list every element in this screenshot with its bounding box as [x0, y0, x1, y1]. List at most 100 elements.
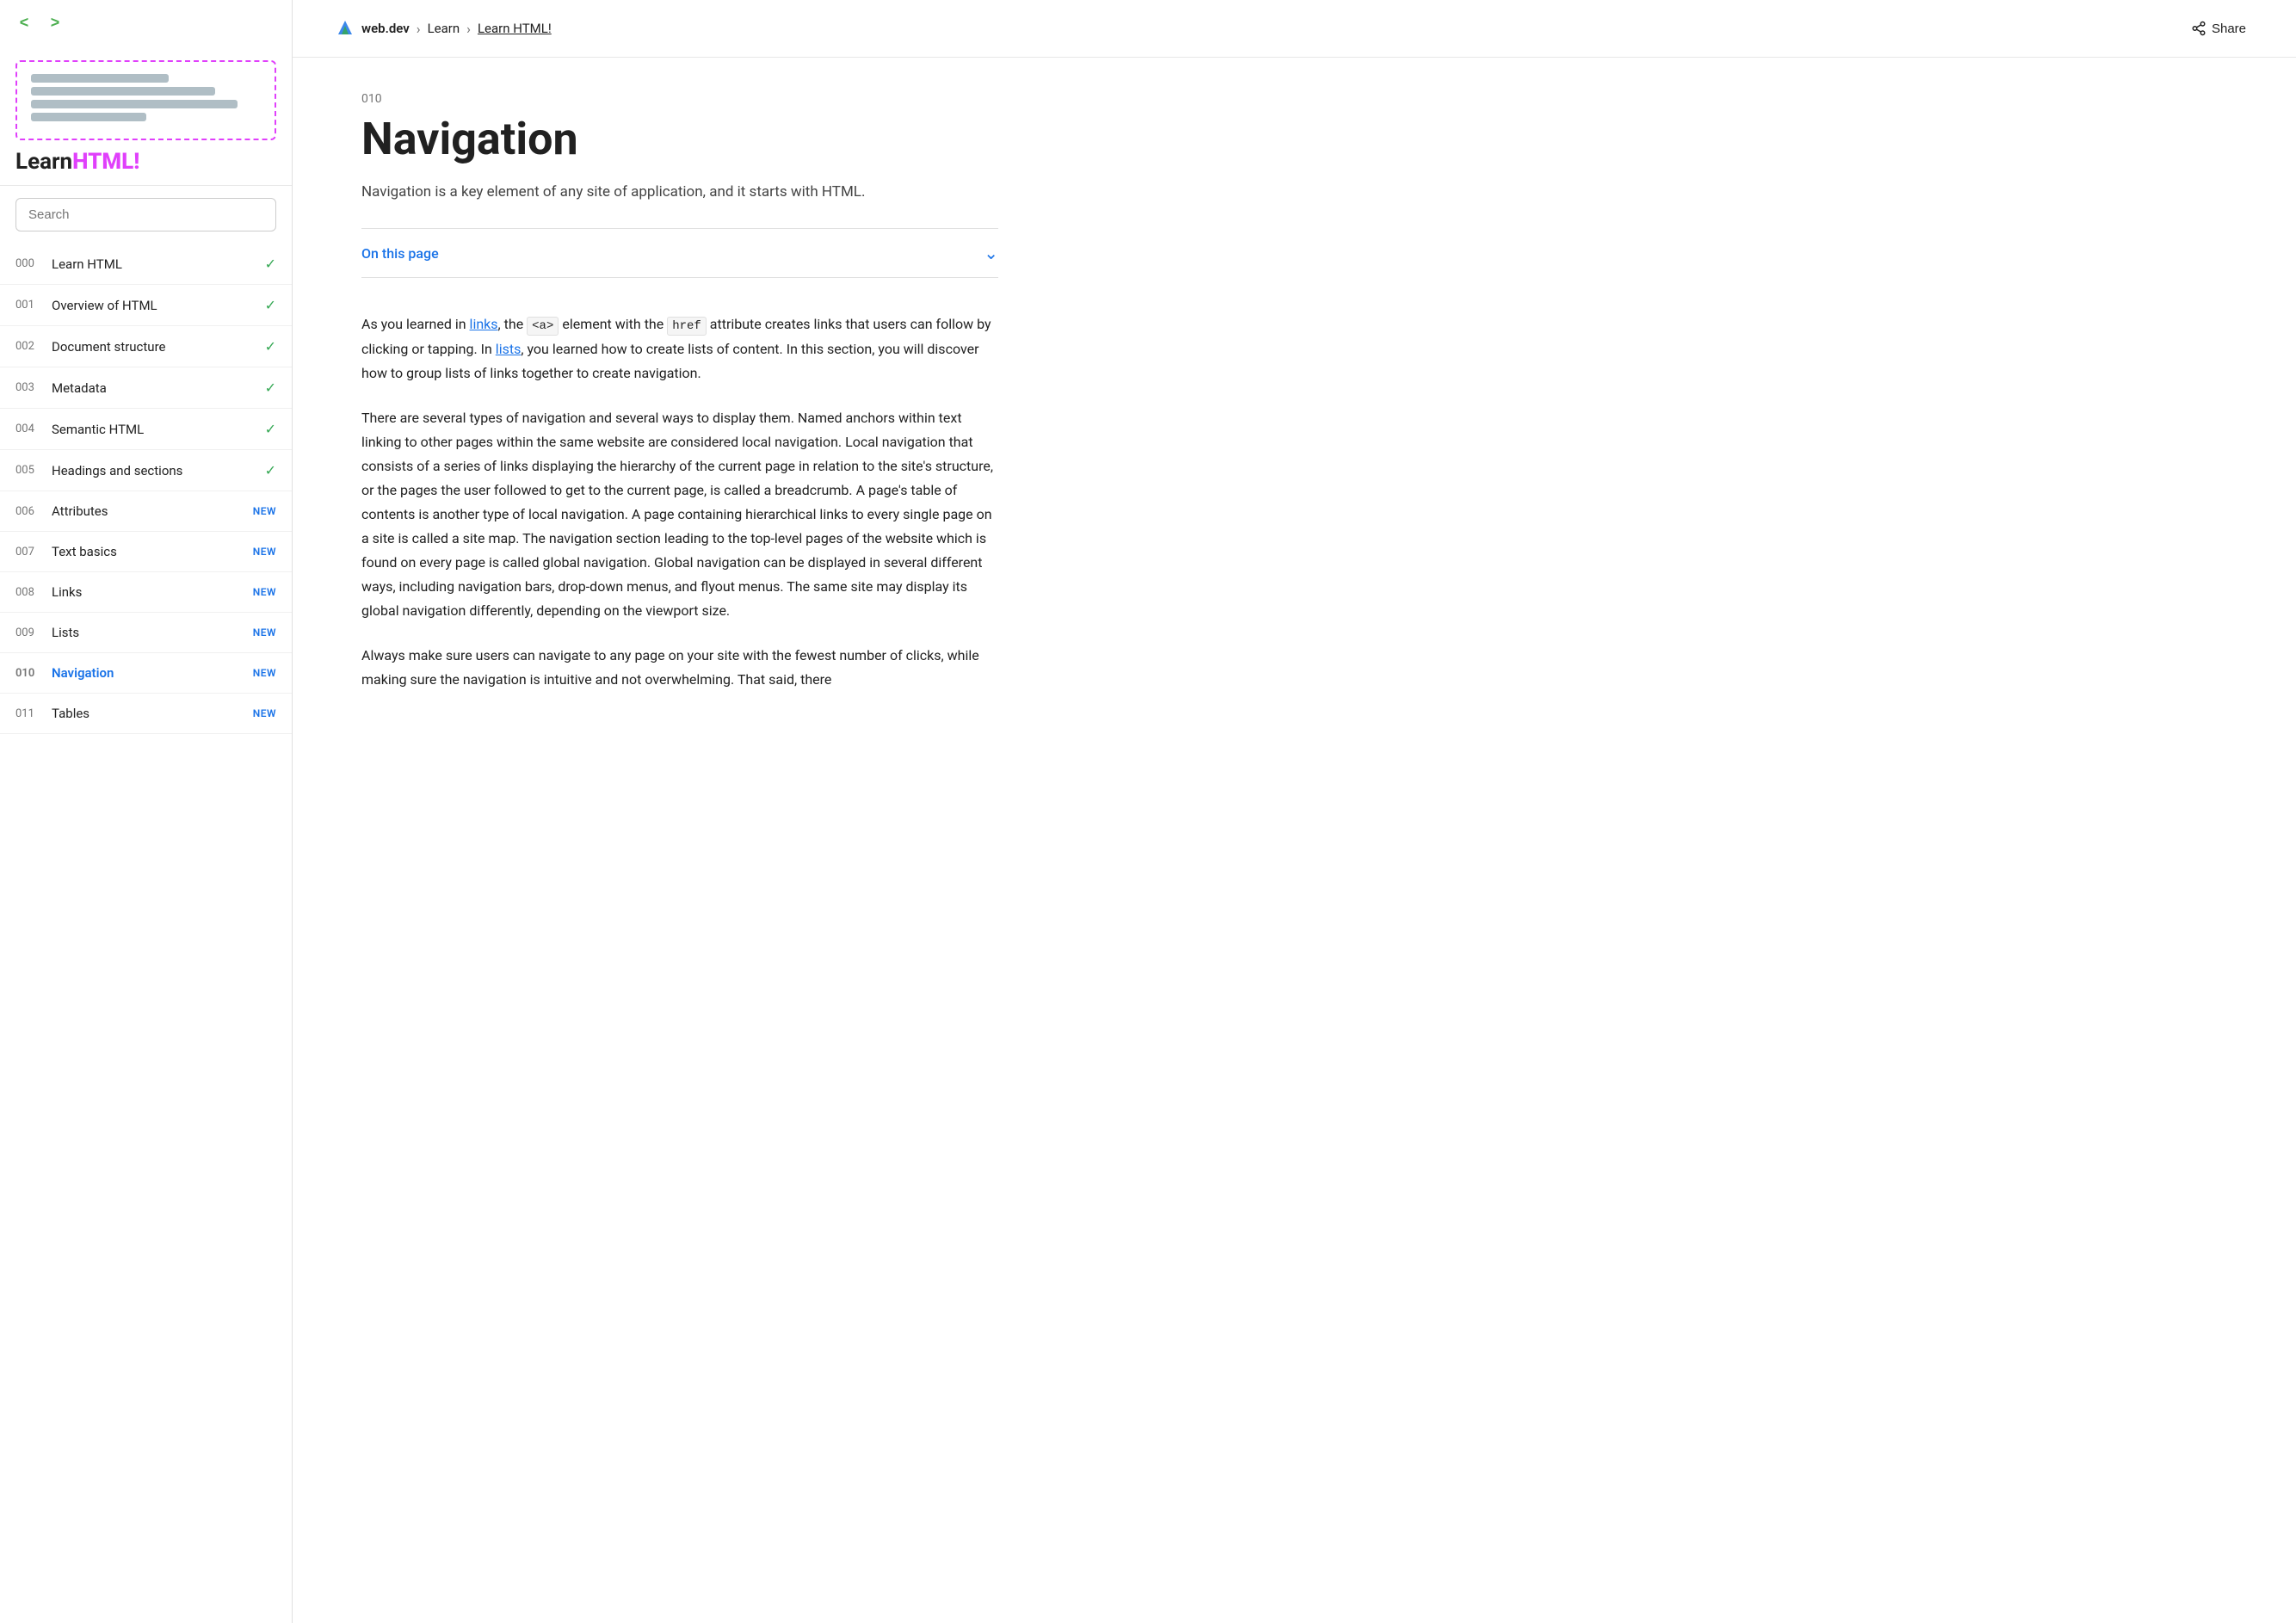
nav-item-left-008: 008 Links — [15, 584, 82, 600]
article-intro: Navigation is a key element of any site … — [361, 181, 998, 204]
nav-item-label-000: Learn HTML — [52, 256, 122, 272]
nav-list: 000 Learn HTML ✓ 001 Overview of HTML ✓ 002Doc… — [0, 244, 292, 1623]
check-icon-005: ✓ — [265, 462, 276, 478]
new-badge-010: NEW — [253, 667, 276, 679]
nav-item-right-007: NEW — [253, 546, 276, 558]
breadcrumb-sep-2: › — [466, 21, 471, 37]
sidebar-logo-area: Learn HTML! — [0, 45, 292, 186]
nav-item-right-000: ✓ — [265, 256, 276, 272]
links-link[interactable]: links — [470, 316, 498, 332]
nav-item-008[interactable]: 008 Links NEW — [0, 572, 292, 613]
nav-item-003[interactable]: 003Metadata✓ — [0, 367, 292, 409]
nav-item-005[interactable]: 005 Headings and sections ✓ — [0, 450, 292, 491]
nav-item-label-006: Attributes — [52, 503, 108, 519]
nav-item-right-006: NEW — [253, 505, 276, 517]
on-this-page-label: On this page — [361, 245, 439, 262]
new-badge-009: NEW — [253, 626, 276, 639]
nav-item-label-011: Tables — [52, 706, 89, 721]
body-p1-mid2: element with the — [559, 316, 667, 332]
forward-arrow-button[interactable]: > — [43, 10, 67, 34]
on-this-page-toggle[interactable]: On this page ⌄ — [361, 228, 998, 278]
nav-item-right-005: ✓ — [265, 462, 276, 478]
breadcrumb-site: web.dev — [361, 21, 410, 36]
logo-learn-text: Learn — [15, 149, 72, 175]
nav-item-num-000: 000 — [15, 257, 40, 270]
nav-item-label-003: Metadata — [52, 380, 107, 396]
nav-item-left-007: 007 Text basics — [15, 544, 117, 559]
nav-item-num-001: 001 — [15, 299, 40, 312]
topbar: web.dev › Learn › Learn HTML! Share — [293, 0, 2296, 58]
lists-link[interactable]: lists — [496, 341, 522, 357]
main-content: web.dev › Learn › Learn HTML! Share 010 … — [293, 0, 2296, 1623]
href-attr-code: href — [667, 317, 707, 336]
nav-item-left-011: 011Tables — [15, 706, 89, 721]
nav-item-left-002: 002Document structure — [15, 339, 165, 355]
breadcrumb-logo: web.dev — [334, 17, 410, 40]
nav-item-left-003: 003 Metadata — [15, 380, 107, 396]
logo-line-4 — [31, 113, 146, 121]
nav-item-right-004: ✓ — [265, 421, 276, 437]
logo-title: Learn HTML! — [15, 149, 276, 175]
nav-item-label-009: Lists — [52, 625, 79, 640]
nav-item-007[interactable]: 007 Text basics NEW — [0, 532, 292, 572]
logo-line-3 — [31, 100, 238, 108]
nav-item-010[interactable]: 010Navigation NEW — [0, 653, 292, 694]
nav-item-label-008: Links — [52, 584, 82, 600]
logo-preview-box — [15, 60, 276, 140]
check-icon-001: ✓ — [265, 297, 276, 313]
nav-item-right-011: NEW — [253, 707, 276, 719]
nav-item-num-006: 006 — [15, 505, 40, 518]
body-p1-start: As you learned in — [361, 316, 470, 332]
body-paragraph-3: Always make sure users can navigate to a… — [361, 644, 998, 692]
new-badge-006: NEW — [253, 505, 276, 517]
breadcrumb-learn-link[interactable]: Learn — [428, 21, 460, 36]
nav-item-label-007: Text basics — [52, 544, 117, 559]
nav-item-left-010: 010Navigation — [15, 665, 114, 681]
nav-item-009[interactable]: 009 Lists NEW — [0, 613, 292, 653]
nav-item-right-008: NEW — [253, 586, 276, 598]
new-badge-011: NEW — [253, 707, 276, 719]
nav-item-num-003: 003 — [15, 381, 40, 394]
logo-line-2 — [31, 87, 215, 96]
share-label: Share — [2212, 22, 2246, 36]
search-input[interactable] — [15, 198, 276, 231]
nav-item-002[interactable]: 002Document structure✓ — [0, 326, 292, 367]
logo-html-text: HTML! — [72, 149, 139, 175]
nav-item-000[interactable]: 000 Learn HTML ✓ — [0, 244, 292, 285]
logo-preview-lines — [31, 74, 261, 121]
sidebar: < > Learn HTML! 000 Learn HTML ✓ 001 Overvie… — [0, 0, 293, 1623]
article-number: 010 — [361, 92, 998, 106]
nav-item-num-002: 002 — [15, 340, 40, 353]
nav-item-label-001: Overview of HTML — [52, 298, 157, 313]
nav-item-left-000: 000 Learn HTML — [15, 256, 122, 272]
nav-item-num-005: 005 — [15, 464, 40, 477]
webdev-logo-icon — [334, 17, 356, 40]
share-icon — [2191, 21, 2207, 36]
nav-item-num-008: 008 — [15, 586, 40, 599]
nav-item-001[interactable]: 001 Overview of HTML ✓ — [0, 285, 292, 326]
nav-item-num-010: 010 — [15, 667, 40, 680]
nav-item-num-007: 007 — [15, 546, 40, 558]
body-p1-mid1: , the — [498, 316, 528, 332]
check-icon-000: ✓ — [265, 256, 276, 272]
body-p3-start: Always make sure users can navigate to a… — [361, 647, 979, 688]
chevron-down-icon: ⌄ — [984, 243, 998, 263]
back-arrow-button[interactable]: < — [12, 10, 36, 34]
article-title: Navigation — [361, 114, 998, 164]
new-badge-008: NEW — [253, 586, 276, 598]
nav-item-006[interactable]: 006 Attributes NEW — [0, 491, 292, 532]
share-button[interactable]: Share — [2182, 15, 2255, 41]
nav-item-011[interactable]: 011Tables NEW — [0, 694, 292, 734]
nav-item-label-004: Semantic HTML — [52, 422, 144, 437]
nav-item-num-004: 004 — [15, 423, 40, 435]
breadcrumb-current: Learn HTML! — [478, 21, 552, 36]
nav-item-num-009: 009 — [15, 626, 40, 639]
nav-item-label-005: Headings and sections — [52, 463, 182, 478]
body-paragraph-2: There are several types of navigation an… — [361, 406, 998, 623]
nav-item-004[interactable]: 004 Semantic HTML ✓ — [0, 409, 292, 450]
body-paragraph-1: As you learned in links, the <a> element… — [361, 312, 998, 386]
article: 010 Navigation Navigation is a key eleme… — [293, 58, 1067, 781]
check-icon-004: ✓ — [265, 421, 276, 437]
nav-item-left-006: 006 Attributes — [15, 503, 108, 519]
nav-item-right-010: NEW — [253, 667, 276, 679]
